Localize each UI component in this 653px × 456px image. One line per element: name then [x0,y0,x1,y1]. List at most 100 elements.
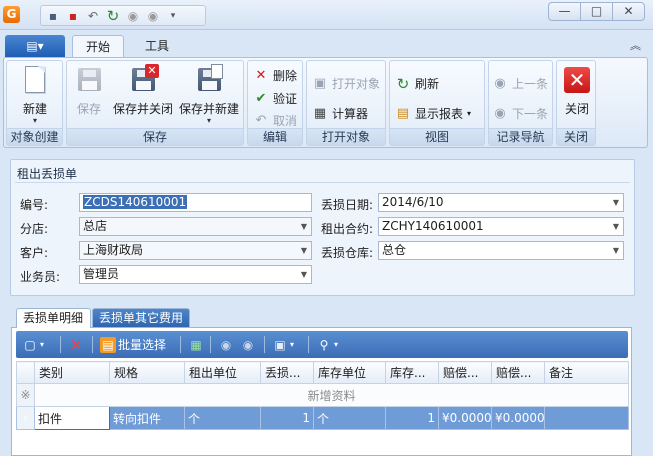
save-button[interactable]: 保存 [73,65,105,117]
validate-button[interactable]: ✔ 验证 [253,88,297,109]
save-close-icon: ✕ [127,64,159,97]
divider [264,336,265,353]
column-header[interactable]: 丢损... [260,361,314,384]
save-close-icon[interactable]: ▪ [65,8,81,24]
cell-stock-unit[interactable]: 个 [313,406,386,430]
group-save: 保存 ✕ 保存并关闭 保存并新建 ▾ 保存 [66,60,244,146]
calculator-button[interactable]: ▦ 计算器 [312,103,368,124]
group-record-nav: ◉ 上一条 ◉ 下一条 记录导航 [488,60,553,146]
dropdown-arrow-icon: ▼ [300,222,307,231]
column-header[interactable]: 类别 [34,361,110,384]
customize-icon[interactable]: ▾ [165,8,181,24]
customer-label: 客户: [20,246,49,260]
new-row-indicator: ※ [16,383,35,407]
column-header[interactable]: 赔偿... [491,361,545,384]
close-button[interactable]: ✕ [612,2,645,21]
previous-icon[interactable]: ◉ [125,8,141,24]
search-button[interactable]: ⚲ ▾ [316,336,338,353]
cell-rent-unit[interactable]: 个 [184,406,261,430]
tab-tools[interactable]: 工具 [132,35,182,58]
new-document-icon: ▢ [24,337,36,352]
detail-grid: 类别 规格 租出单位 丢损... 库存单位 库存... 赔偿... 赔偿... … [16,361,629,430]
save-layout-button[interactable]: ▣ ▾ [272,336,294,353]
contract-select[interactable]: ZCHY140610001 ▼ [378,217,624,236]
previous-record-button[interactable]: ◉ 上一条 [492,73,548,94]
next-icon[interactable]: ◉ [145,8,161,24]
group-open-object: ▣ 打开对象 ▦ 计算器 打开对象 [306,60,386,146]
divider [15,182,630,183]
open-object-icon: ▣ [313,76,327,91]
new-button[interactable]: 新建 ▾ [13,65,57,125]
show-report-button[interactable]: ▤ 显示报表 ▾ [395,103,471,124]
dropdown-arrow-icon: ▼ [612,246,619,255]
code-label: 编号: [20,198,49,212]
file-menu-button[interactable]: ▤▾ [5,35,65,57]
column-header[interactable]: 备注 [544,361,629,384]
close-form-button[interactable]: ✕ 关闭 [561,65,593,117]
cell-loss-qty[interactable]: 1 [260,406,314,430]
tab-start[interactable]: 开始 [72,35,124,58]
save-new-button[interactable]: 保存并新建 ▾ [179,64,239,125]
detail-panel: ▢ ▾ ✕ ▤ 批量选择 ▦ ◉ ◉ ▣ ▾ ⚲ ▾ 类别 规格 租出单位 丢损… [11,327,632,456]
collapse-ribbon-icon[interactable]: ︽ [630,37,641,53]
refresh-button[interactable]: ↻ 刷新 [395,73,439,94]
delete-x-icon: ✕ [69,335,83,354]
new-document-icon [19,65,51,97]
code-field[interactable]: ZCDS140610001 [79,193,312,212]
tab-loss-detail[interactable]: 丢损单明细 [16,308,91,328]
new-row-button[interactable]: ▢ ▾ [22,336,44,353]
search-icon: ⚲ [319,337,329,352]
column-header[interactable]: 租出单位 [184,361,261,384]
window-controls: — □ ✕ [548,2,645,21]
column-header[interactable]: 赔偿... [438,361,492,384]
cell-compensation-amount[interactable]: ¥0.0000 [491,406,545,430]
tab-other-fees[interactable]: 丢损单其它费用 [92,308,190,328]
divider [210,336,211,353]
salesman-select[interactable]: 管理员 ▼ [79,265,312,284]
maximize-button[interactable]: □ [580,2,613,21]
column-header[interactable]: 规格 [109,361,185,384]
undo-icon[interactable]: ↶ [85,8,101,24]
next-record-button[interactable]: ◉ 下一条 [492,103,548,124]
contract-label: 租出合约: [321,222,374,236]
table-row[interactable]: › 扣件 转向扣件 个 1 个 1 ¥0.0000 ¥0.0000 [16,406,629,430]
group-label-save: 保存 [67,128,243,145]
floppy-disk-icon: ▣ [274,337,286,352]
branch-select[interactable]: 总店 ▼ [79,217,312,236]
salesman-label: 业务员: [20,270,61,284]
minimize-button[interactable]: — [548,2,581,21]
refresh-icon[interactable]: ↻ [105,8,121,24]
row-indicator: › [16,406,35,430]
export-button[interactable]: ▦ [188,336,204,353]
batch-select-button[interactable]: ▤ 批量选择 [100,336,166,353]
cell-remarks[interactable] [544,406,629,430]
delete-x-icon: ✕ [255,68,267,83]
cell-category[interactable]: 扣件 [34,406,110,430]
dropdown-arrow-icon: ▾ [32,116,37,125]
grid-corner [16,361,35,384]
move-down-button[interactable]: ◉ [240,336,256,353]
delete-row-button[interactable]: ✕ [68,335,84,354]
close-x-icon: ✕ [561,65,593,97]
column-header[interactable]: 库存... [385,361,439,384]
customer-select[interactable]: 上海财政局 ▼ [79,241,312,260]
cell-stock-qty[interactable]: 1 [385,406,439,430]
open-object-button[interactable]: ▣ 打开对象 [312,73,380,94]
save-icon[interactable]: ▪ [45,8,61,24]
undo-icon: ↶ [255,113,267,128]
column-header[interactable]: 库存单位 [313,361,386,384]
delete-button[interactable]: ✕ 删除 [253,65,297,86]
save-close-button[interactable]: ✕ 保存并关闭 [113,64,173,117]
cell-compensation-price[interactable]: ¥0.0000 [438,406,492,430]
new-row-text[interactable]: 新增资料 [34,383,629,407]
warehouse-select[interactable]: 总仓 ▼ [378,241,624,260]
new-row[interactable]: ※ 新增资料 [16,383,629,407]
dropdown-arrow-icon: ▼ [300,270,307,279]
loss-date-picker[interactable]: 2014/6/10 ▼ [378,193,624,212]
group-label-view: 视图 [390,128,484,145]
next-icon: ◉ [494,106,506,121]
move-up-button[interactable]: ◉ [218,336,234,353]
dropdown-arrow-icon: ▾ [290,340,295,349]
app-logo-icon[interactable]: G [3,6,20,23]
cell-spec[interactable]: 转向扣件 [109,406,185,430]
